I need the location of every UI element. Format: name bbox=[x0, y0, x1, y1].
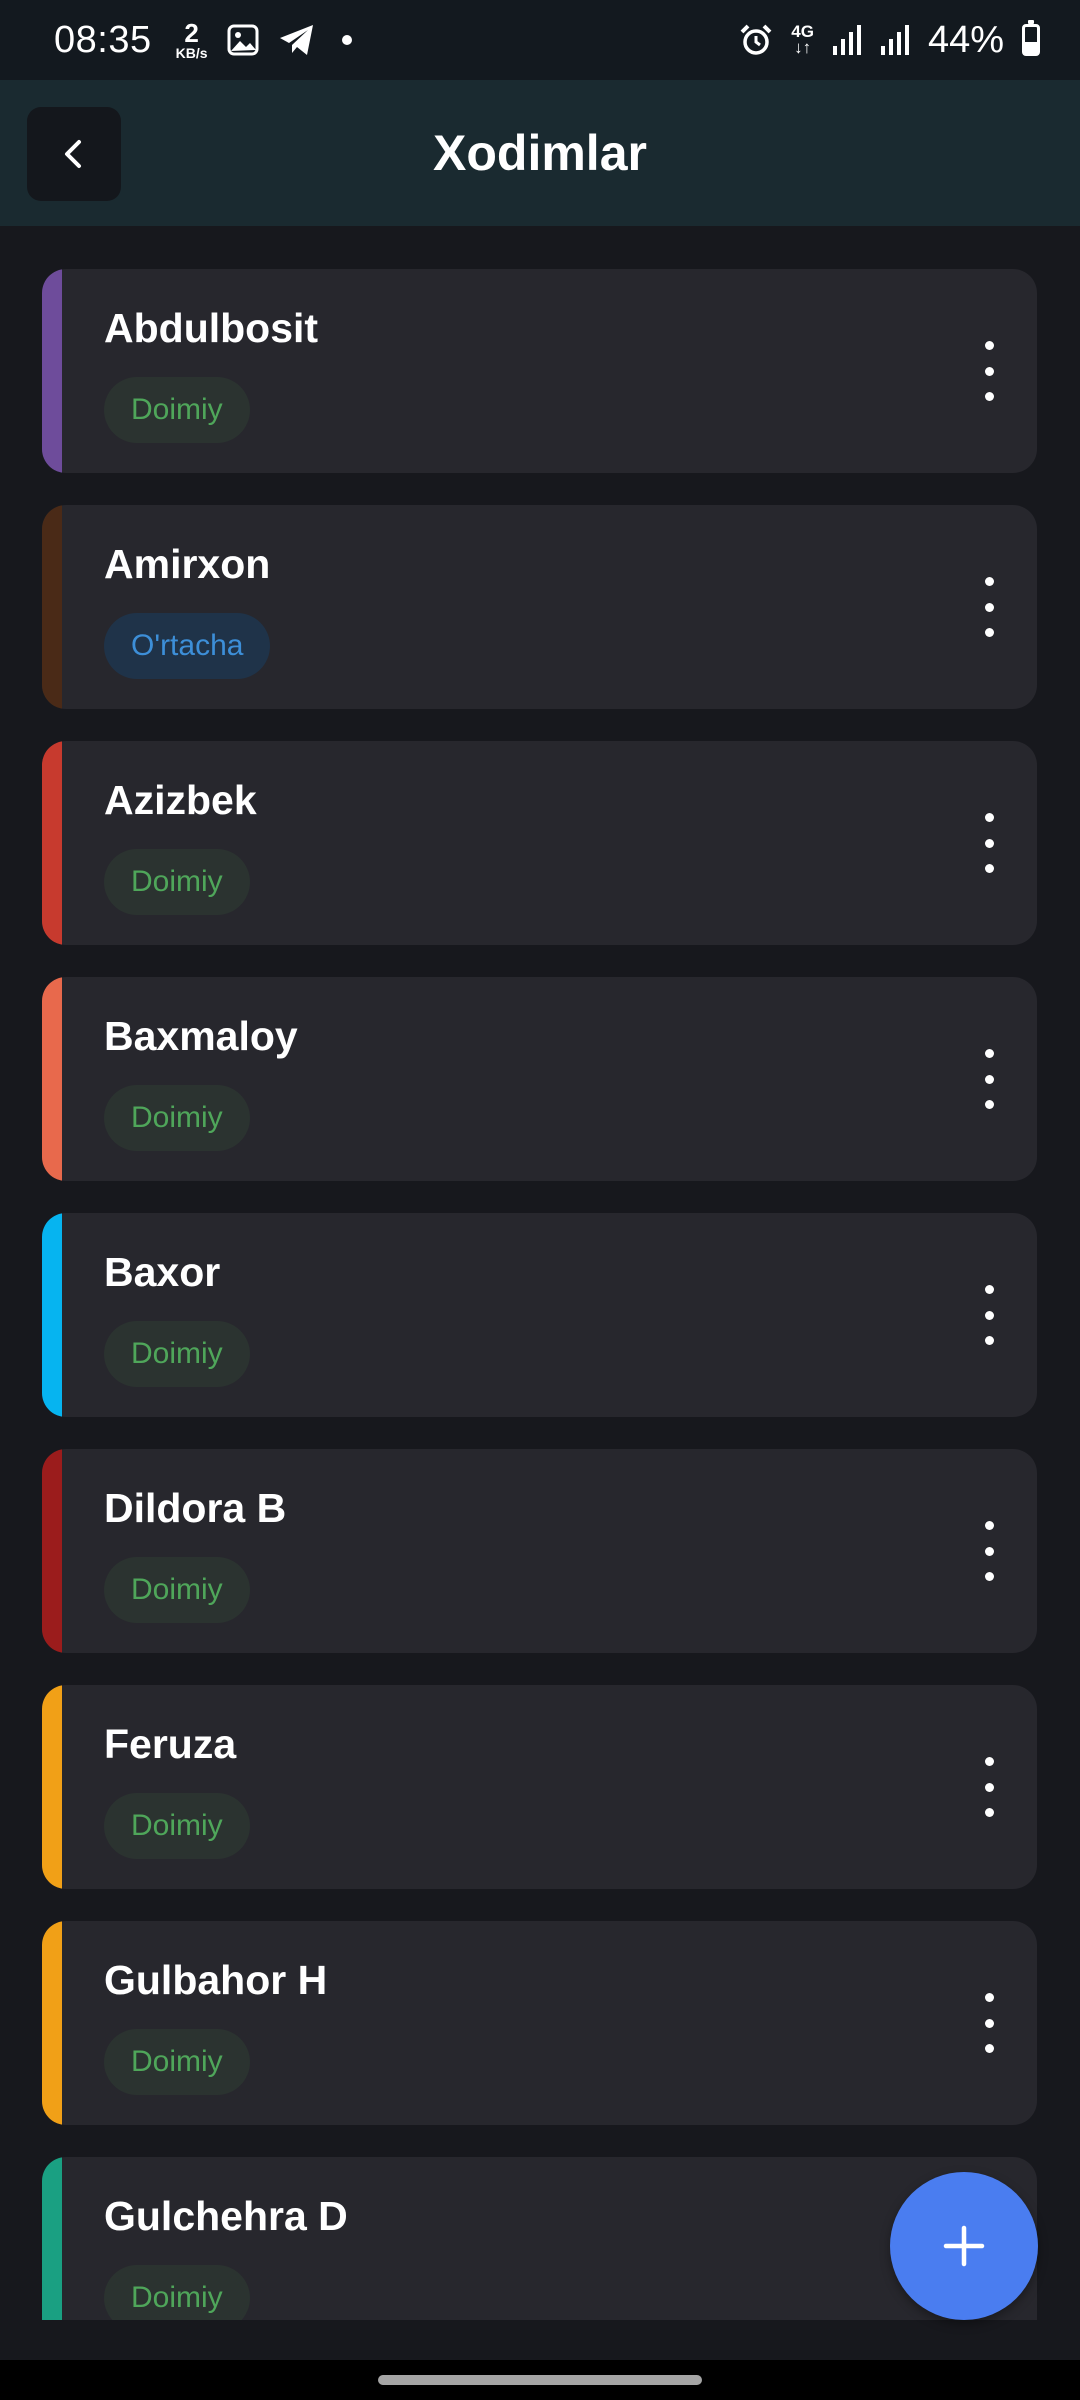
menu-dot bbox=[984, 1285, 994, 1294]
more-options-icon[interactable] bbox=[971, 1757, 1007, 1817]
employee-name: Abdulbosit bbox=[104, 305, 319, 351]
employee-card[interactable]: Dildora B Doimiy bbox=[42, 1449, 1037, 1653]
employee-name: Amirxon bbox=[104, 541, 271, 587]
menu-dot bbox=[984, 864, 994, 873]
employee-status-badge: Doimiy bbox=[104, 849, 250, 915]
employee-card[interactable]: Baxmaloy Doimiy bbox=[42, 977, 1037, 1181]
menu-dot bbox=[984, 1074, 994, 1084]
more-options-icon[interactable] bbox=[971, 577, 1007, 637]
employee-color-accent bbox=[42, 505, 62, 709]
employee-card[interactable]: Amirxon O'rtacha bbox=[42, 505, 1037, 709]
more-options-icon[interactable] bbox=[971, 1993, 1007, 2053]
employee-name: Dildora B bbox=[104, 1485, 287, 1531]
signal-icon bbox=[880, 25, 909, 55]
employee-color-accent bbox=[42, 741, 62, 945]
chevron-left-icon bbox=[65, 140, 81, 168]
menu-dot bbox=[984, 1546, 994, 1556]
menu-dot bbox=[984, 1310, 994, 1320]
employee-card[interactable]: Feruza Doimiy bbox=[42, 1685, 1037, 1889]
alarm-icon bbox=[740, 24, 772, 55]
employee-status-badge: Doimiy bbox=[104, 1321, 250, 1387]
network-speed: 2 KB/s bbox=[176, 20, 208, 60]
menu-dot bbox=[984, 813, 994, 822]
battery-percent: 44% bbox=[927, 18, 1004, 61]
employee-status-badge: Doimiy bbox=[104, 1557, 250, 1623]
menu-dot bbox=[984, 1993, 994, 2002]
more-options-icon[interactable] bbox=[971, 1049, 1007, 1109]
employee-status-badge: Doimiy bbox=[104, 1793, 250, 1859]
menu-dot bbox=[984, 392, 994, 401]
employee-name: Baxmaloy bbox=[104, 1013, 298, 1059]
menu-dot bbox=[984, 577, 994, 586]
system-nav-bar bbox=[0, 2360, 1080, 2400]
employee-name: Baxor bbox=[104, 1249, 221, 1295]
image-icon bbox=[227, 24, 258, 56]
more-options-icon[interactable] bbox=[971, 1521, 1007, 1581]
employee-color-accent bbox=[42, 1685, 62, 1889]
employee-color-accent bbox=[42, 1213, 62, 1417]
employee-status-badge: Doimiy bbox=[104, 2265, 250, 2320]
status-left: 08:35 2 KB/s bbox=[54, 19, 352, 62]
employee-card[interactable]: Abdulbosit Doimiy bbox=[42, 269, 1037, 473]
employee-color-accent bbox=[42, 1449, 62, 1653]
employee-color-accent bbox=[42, 1921, 62, 2125]
employee-status-badge: Doimiy bbox=[104, 377, 250, 443]
status-right: 4G ↓↑ 44% bbox=[739, 19, 1040, 62]
back-button[interactable] bbox=[27, 107, 121, 201]
menu-dot bbox=[984, 1782, 994, 1792]
battery-icon bbox=[1022, 20, 1040, 56]
employee-status-badge: Doimiy bbox=[104, 1085, 250, 1151]
employee-status-badge: O'rtacha bbox=[104, 613, 271, 679]
menu-dot bbox=[984, 838, 994, 848]
menu-dot bbox=[984, 1336, 994, 1345]
menu-dot bbox=[984, 2018, 994, 2028]
employee-card[interactable]: Gulbahor H Doimiy bbox=[42, 1921, 1037, 2125]
menu-dot bbox=[984, 1049, 994, 1058]
employee-color-accent bbox=[42, 977, 62, 1181]
employee-name: Gulchehra D bbox=[104, 2193, 348, 2239]
menu-dot bbox=[984, 1808, 994, 1817]
menu-dot bbox=[984, 1100, 994, 1109]
menu-dot bbox=[984, 366, 994, 376]
employee-name: Feruza bbox=[104, 1721, 237, 1767]
notification-dot bbox=[341, 35, 352, 45]
employee-card[interactable]: Azizbek Doimiy bbox=[42, 741, 1037, 945]
home-handle[interactable] bbox=[378, 2375, 702, 2385]
employee-list-area[interactable]: Abdulbosit Doimiy Amirxon O'rtacha Azizbek Do… bbox=[0, 226, 1080, 2320]
menu-dot bbox=[984, 341, 994, 350]
menu-dot bbox=[984, 2044, 994, 2053]
employee-name: Gulbahor H bbox=[104, 1957, 328, 2003]
more-options-icon[interactable] bbox=[971, 1285, 1007, 1345]
menu-dot bbox=[984, 628, 994, 637]
battery-level bbox=[1025, 41, 1037, 53]
network-speed-unit: KB/s bbox=[175, 45, 208, 61]
employee-name: Azizbek bbox=[104, 777, 257, 823]
menu-dot bbox=[984, 1757, 994, 1766]
signal-icon bbox=[832, 25, 861, 55]
employee-status-badge: Doimiy bbox=[104, 2029, 250, 2095]
employee-card[interactable]: Baxor Doimiy bbox=[42, 1213, 1037, 1417]
employee-color-accent bbox=[42, 2157, 62, 2320]
employee-card[interactable]: Gulchehra D Doimiy bbox=[42, 2157, 1037, 2320]
employee-list: Abdulbosit Doimiy Amirxon O'rtacha Azizbek Do… bbox=[42, 269, 1037, 2320]
menu-dot bbox=[984, 1572, 994, 1581]
network-speed-value: 2 bbox=[184, 18, 199, 48]
telegram-icon bbox=[279, 25, 313, 55]
app-header: Xodimlar bbox=[0, 80, 1080, 226]
plus-icon bbox=[943, 2225, 985, 2267]
network-type: 4G ↓↑ bbox=[791, 23, 814, 57]
menu-dot bbox=[984, 1521, 994, 1530]
add-employee-button[interactable] bbox=[890, 2172, 1038, 2320]
menu-dot bbox=[984, 602, 994, 612]
employee-color-accent bbox=[42, 269, 62, 473]
status-time: 08:35 bbox=[54, 18, 152, 61]
more-options-icon[interactable] bbox=[971, 341, 1007, 401]
network-arrows: ↓↑ bbox=[794, 38, 812, 57]
more-options-icon[interactable] bbox=[971, 813, 1007, 873]
page-title: Xodimlar bbox=[433, 125, 647, 181]
status-bar: 08:35 2 KB/s 4G ↓↑ 44% bbox=[0, 0, 1080, 80]
